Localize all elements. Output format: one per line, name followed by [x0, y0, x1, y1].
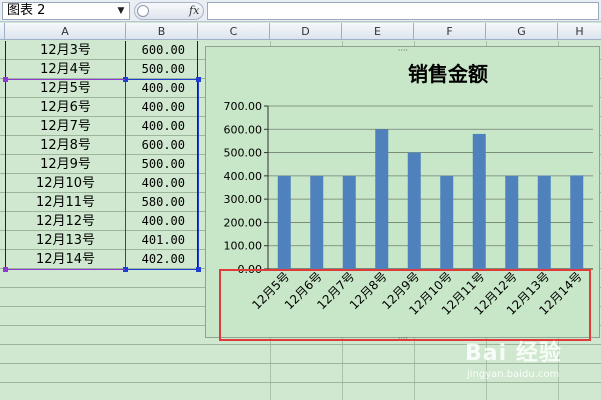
formula-tools: fx: [134, 2, 204, 20]
insert-function-icon[interactable]: fx: [189, 3, 199, 19]
bar: [342, 175, 356, 269]
name-box[interactable]: 图表 2: [2, 2, 130, 20]
amount-cell[interactable]: 400.00: [126, 79, 198, 98]
formula-input[interactable]: [207, 2, 599, 20]
amount-cell[interactable]: 401.00: [126, 231, 198, 250]
date-cell[interactable]: 12月11号: [5, 193, 126, 212]
bar: [407, 152, 421, 269]
amount-cell[interactable]: 600.00: [126, 136, 198, 155]
zoom-circle-icon[interactable]: [137, 5, 149, 17]
column-header-d[interactable]: D: [270, 23, 342, 40]
y-tick-label: 600.00: [224, 123, 263, 136]
amount-cell[interactable]: 580.00: [126, 193, 198, 212]
column-headers: A B C D E F G H: [0, 23, 601, 40]
column-header-h[interactable]: H: [558, 23, 601, 40]
category-range-top: [5, 79, 125, 80]
bar: [570, 175, 584, 269]
y-tick-label: 200.00: [224, 216, 263, 229]
date-cell[interactable]: 12月8号: [5, 136, 126, 155]
date-cell[interactable]: 12月12号: [5, 212, 126, 231]
amount-cell[interactable]: 500.00: [126, 60, 198, 79]
range-handle[interactable]: [3, 267, 8, 272]
chart-title: 销售金额: [408, 62, 488, 86]
date-cell[interactable]: 12月3号: [5, 41, 126, 60]
column-header-f[interactable]: F: [414, 23, 486, 40]
formula-bar: 图表 2 ▼ fx: [0, 0, 601, 22]
bar: [440, 175, 454, 269]
y-tick-label: 700.00: [224, 100, 263, 113]
spreadsheet-window: 图表 2 ▼ fx A B C D E F G H 12月3号 600.00 12月…: [0, 0, 601, 400]
date-cell[interactable]: 12月5号: [5, 79, 126, 98]
amount-cell[interactable]: 402.00: [126, 250, 198, 269]
date-cell[interactable]: 12月10号: [5, 174, 126, 193]
column-header-a[interactable]: A: [5, 23, 126, 40]
date-cell[interactable]: 12月6号: [5, 98, 126, 117]
bar: [505, 175, 519, 269]
amount-cell[interactable]: 400.00: [126, 174, 198, 193]
amount-cell[interactable]: 400.00: [126, 117, 198, 136]
resize-handle-top: ····: [398, 47, 408, 55]
column-header-g[interactable]: G: [486, 23, 558, 40]
amount-cell[interactable]: 400.00: [126, 212, 198, 231]
date-cell[interactable]: 12月13号: [5, 231, 126, 250]
name-box-dropdown-icon[interactable]: ▼: [113, 3, 129, 19]
bar: [375, 129, 389, 269]
bar: [472, 133, 486, 269]
watermark: Bai 经验 jingyan.baidu.com: [465, 335, 595, 390]
amount-cell[interactable]: 500.00: [126, 155, 198, 174]
amount-cell[interactable]: 400.00: [126, 98, 198, 117]
y-tick-label: 400.00: [224, 170, 263, 183]
watermark-logo: Bai 经验: [465, 341, 562, 366]
date-cell[interactable]: 12月14号: [5, 250, 126, 269]
watermark-url: jingyan.baidu.com: [467, 369, 560, 380]
range-handle[interactable]: [196, 77, 201, 82]
column-header-b[interactable]: B: [126, 23, 198, 40]
category-range-bottom: [5, 269, 125, 270]
bar: [537, 175, 551, 269]
y-tick-label: 500.00: [224, 147, 263, 160]
column-header-e[interactable]: E: [342, 23, 414, 40]
date-cell[interactable]: 12月9号: [5, 155, 126, 174]
bar: [310, 175, 324, 269]
bar: [277, 175, 291, 269]
y-tick-label: 100.00: [224, 240, 263, 253]
range-handle[interactable]: [196, 267, 201, 272]
range-handle[interactable]: [3, 77, 8, 82]
date-cell[interactable]: 12月7号: [5, 117, 126, 136]
column-header-c[interactable]: C: [198, 23, 270, 40]
amount-cell[interactable]: 600.00: [126, 41, 198, 60]
date-cell[interactable]: 12月4号: [5, 60, 126, 79]
highlight-box: [219, 269, 591, 341]
y-tick-label: 300.00: [224, 193, 263, 206]
